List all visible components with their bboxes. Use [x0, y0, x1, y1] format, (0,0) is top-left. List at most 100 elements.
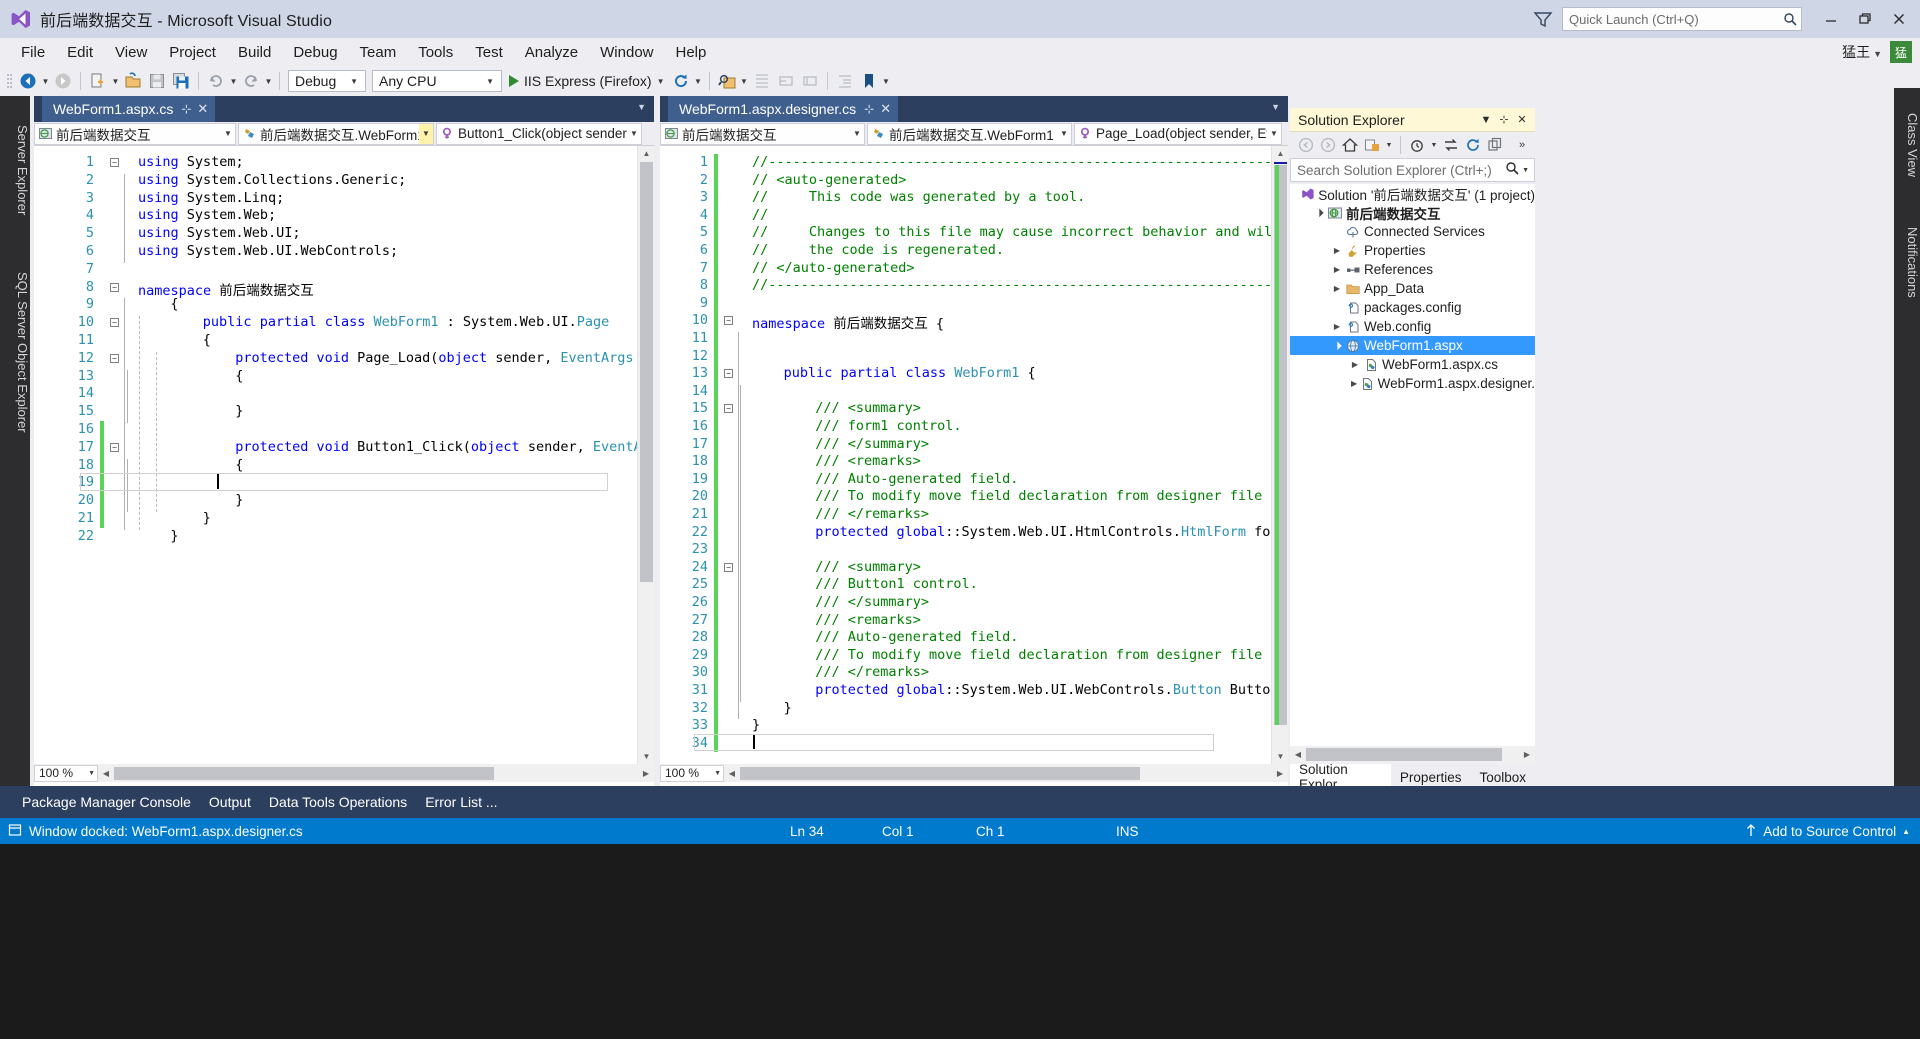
outlining-collapse-toggle[interactable]: −	[724, 404, 733, 414]
menu-item-analyze[interactable]: Analyze	[514, 41, 589, 64]
redo-dropdown-icon[interactable]: ▼	[263, 69, 274, 93]
tab-overflow-icon[interactable]: ▼	[637, 102, 646, 112]
code-line[interactable]: public partial class WebForm1 : System.W…	[203, 314, 609, 330]
code-line[interactable]: }	[235, 492, 243, 508]
code-line[interactable]: // Changes to this file may cause incorr…	[752, 224, 1271, 240]
outlining-collapse-toggle[interactable]: −	[110, 282, 119, 292]
collapse-all-icon[interactable]	[1484, 134, 1506, 156]
tree-item-webform1.aspx.cs[interactable]: ▶ WebForm1.aspx.cs	[1290, 355, 1535, 374]
menu-item-window[interactable]: Window	[589, 41, 664, 64]
solution-configuration-combo[interactable]: Debug ▼	[288, 70, 366, 92]
collapsed-twisty-icon[interactable]: ▶	[1348, 379, 1360, 388]
code-line[interactable]: namespace 前后端数据交互	[138, 279, 314, 299]
search-icon[interactable]	[1505, 161, 1519, 180]
code-line[interactable]: //	[752, 207, 768, 223]
bottom-tab-package-manager-console[interactable]: Package Manager Console	[22, 794, 191, 810]
open-file-icon[interactable]	[121, 69, 145, 93]
dropdown-icon[interactable]: ▼	[1383, 134, 1395, 156]
hscroll-track[interactable]	[740, 764, 1272, 782]
redo-icon[interactable]	[239, 69, 263, 93]
code-line[interactable]: // <auto-generated>	[752, 172, 906, 188]
find-dropdown-icon[interactable]: ▼	[739, 69, 750, 93]
tree-item-web.config[interactable]: ▶ Web.config	[1290, 317, 1535, 336]
back-icon[interactable]	[1295, 134, 1317, 156]
quick-launch-input[interactable]: Quick Launch (Ctrl+Q)	[1562, 7, 1802, 31]
scroll-down-icon[interactable]: ▼	[638, 749, 655, 764]
menu-item-file[interactable]: File	[10, 41, 56, 64]
scroll-left-icon[interactable]: ◀	[1290, 746, 1306, 763]
code-line[interactable]: using System.Linq;	[138, 190, 284, 206]
dropdown-icon[interactable]: ▼	[1428, 134, 1440, 156]
pending-changes-icon[interactable]	[1361, 134, 1383, 156]
uncomment-icon[interactable]	[798, 69, 822, 93]
outlining-collapse-toggle[interactable]: −	[110, 158, 119, 167]
collapsed-twisty-icon[interactable]: ▶	[1330, 284, 1344, 293]
refresh-icon[interactable]	[1462, 134, 1484, 156]
comment-icon[interactable]	[774, 69, 798, 93]
code-line[interactable]: // </auto-generated>	[752, 260, 915, 276]
solution-platform-combo[interactable]: Any CPU ▼	[372, 70, 502, 92]
collapsed-twisty-icon[interactable]: ▶	[1330, 246, 1344, 255]
right-code-editor[interactable]: 1 //-------------------------------------…	[660, 146, 1271, 764]
tree-item-[interactable]: ◢ 前后端数据交互	[1290, 203, 1535, 222]
code-line[interactable]: //--------------------------------------…	[752, 277, 1271, 293]
code-line[interactable]: /// </summary>	[815, 436, 929, 452]
code-line[interactable]: {	[235, 368, 243, 384]
toggle-outlining-icon[interactable]	[750, 69, 774, 93]
code-line[interactable]: /// Auto-generated field.	[815, 629, 1018, 645]
outlining-collapse-toggle[interactable]: −	[110, 353, 119, 363]
status-right[interactable]: Add to Source Control ▲	[1745, 823, 1920, 840]
outlining-collapse-toggle[interactable]: −	[110, 442, 119, 452]
toolbar-overflow-icon[interactable]: ▼	[881, 69, 892, 93]
menu-item-edit[interactable]: Edit	[56, 41, 104, 64]
account-name[interactable]: 猛王 ▼	[1842, 42, 1882, 62]
vscroll-thumb[interactable]	[640, 162, 653, 582]
home-icon[interactable]	[1339, 134, 1361, 156]
scroll-left-icon[interactable]: ◀	[724, 765, 740, 782]
right-nav-project-combo[interactable]: 前后端数据交互 ▼	[660, 122, 865, 145]
start-debugging-button[interactable]: IIS Express (Firefox) ▼	[505, 73, 669, 89]
left-editor-zoom-combo[interactable]: 100 % ▼	[34, 764, 98, 782]
menu-item-tools[interactable]: Tools	[407, 41, 464, 64]
feedback-icon[interactable]	[1530, 6, 1556, 32]
right-editor-hscroll-row[interactable]: 100 % ▼ ◀ ▶	[660, 764, 1288, 782]
pin-icon[interactable]: ⊹	[1495, 110, 1513, 130]
solution-explorer-search-input[interactable]: Search Solution Explorer (Ctrl+;) ▼	[1290, 158, 1535, 182]
navigate-forward-icon[interactable]	[51, 69, 75, 93]
vtab-notifications[interactable]: Notifications	[1894, 200, 1920, 316]
code-line[interactable]: protected void Button1_Click(object send…	[235, 439, 637, 455]
code-line[interactable]: using System.Web.UI;	[138, 225, 301, 241]
menu-item-test[interactable]: Test	[464, 41, 514, 64]
navigate-back-dropdown-icon[interactable]: ▼	[40, 69, 51, 93]
code-line[interactable]: // the code is regenerated.	[752, 242, 1004, 258]
show-all-files-icon[interactable]	[1406, 134, 1428, 156]
tree-item-webform1.aspx.designer.[interactable]: ▶ WebForm1.aspx.designer.	[1290, 374, 1535, 393]
toolbar-overflow-icon[interactable]: »	[1511, 134, 1533, 156]
chevron-down-icon[interactable]: ▼	[1477, 110, 1495, 130]
scroll-right-icon[interactable]: ▶	[1272, 765, 1288, 782]
tab-webform1-aspx-designer-cs[interactable]: WebForm1.aspx.designer.cs ⊹ ✕	[668, 96, 899, 122]
solution-explorer-hscroll[interactable]: ◀ ▶	[1290, 746, 1535, 763]
sync-icon[interactable]	[1440, 134, 1462, 156]
tab-webform1-aspx-cs[interactable]: WebForm1.aspx.cs ⊹ ✕	[42, 96, 216, 122]
right-nav-type-combo[interactable]: 前后端数据交互.WebForm1 ▼	[867, 122, 1072, 145]
code-line[interactable]: protected void Page_Load(object sender, …	[235, 350, 637, 366]
left-editor-vscrollbar[interactable]: ▲ ▼	[637, 146, 654, 764]
restore-icon[interactable]	[1848, 3, 1882, 35]
navigate-back-icon[interactable]	[16, 69, 40, 93]
code-line[interactable]: }	[170, 528, 178, 544]
right-editor-vscrollbar[interactable]: ▲ ▼	[1271, 146, 1288, 764]
hscroll-thumb[interactable]	[114, 766, 494, 780]
left-code-editor[interactable]: 1 using System; 2 using System.Collections.…	[34, 146, 637, 764]
code-line[interactable]: namespace 前后端数据交互 {	[752, 312, 944, 332]
collapsed-twisty-icon[interactable]: ▶	[1330, 322, 1344, 331]
vtab-sql-server-object-explorer[interactable]: SQL Server Object Explorer	[0, 244, 30, 452]
tree-item-webform1.aspx[interactable]: ◢ WebForm1.aspx	[1290, 336, 1535, 355]
code-line[interactable]: /// </summary>	[815, 594, 929, 610]
find-in-files-icon[interactable]	[715, 69, 739, 93]
new-project-icon[interactable]	[86, 69, 110, 93]
code-line[interactable]: using System.Web.UI.WebControls;	[138, 243, 398, 259]
refresh-icon[interactable]	[669, 69, 693, 93]
collapsed-twisty-icon[interactable]: ▶	[1348, 360, 1362, 369]
code-line[interactable]: protected global::System.Web.UI.WebContr…	[815, 682, 1271, 698]
